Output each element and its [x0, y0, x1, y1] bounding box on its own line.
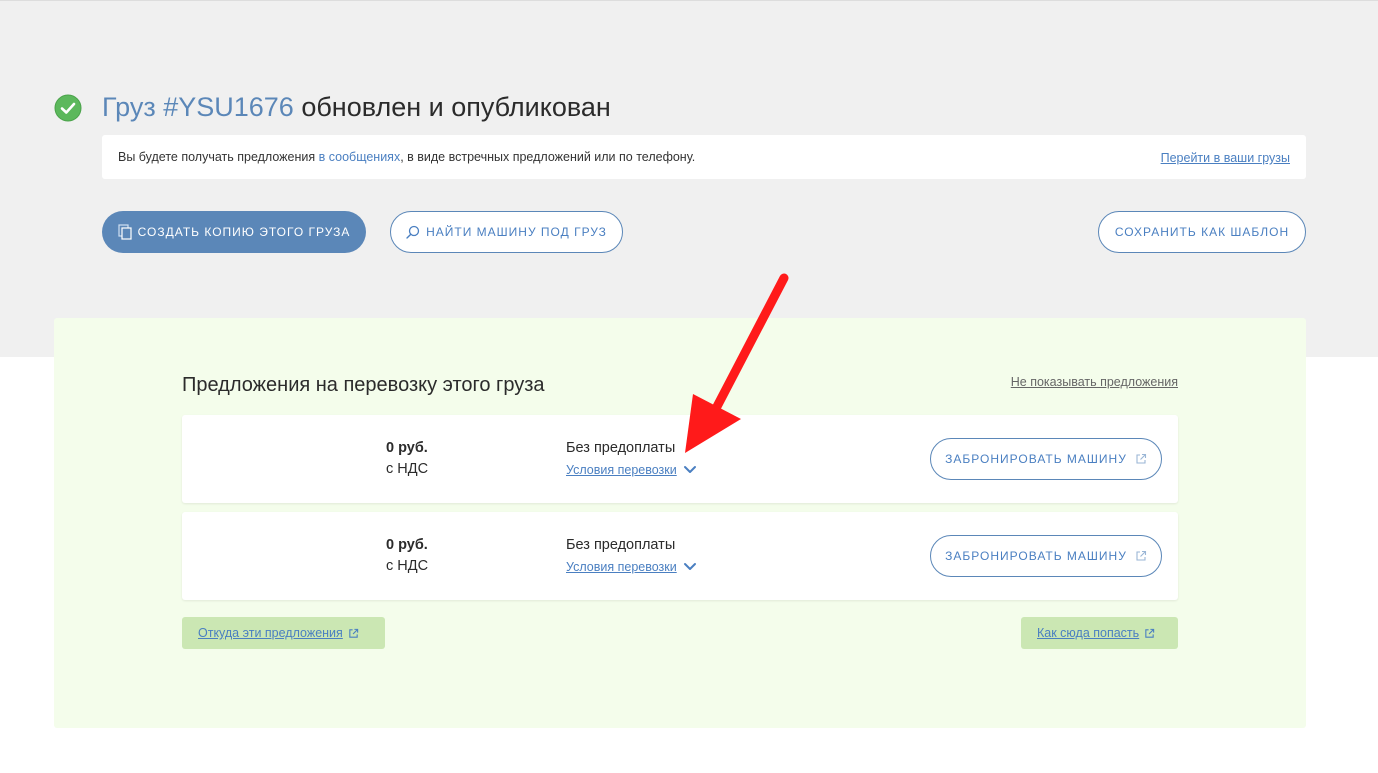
messages-link[interactable]: в сообщениях — [319, 150, 401, 164]
offers-title: Предложения на перевозку этого груза — [182, 374, 545, 396]
terms-label: Условия перевозки — [566, 560, 677, 574]
terms-link[interactable]: Условия перевозки — [566, 560, 697, 574]
find-truck-label: НАЙТИ МАШИНУ ПОД ГРУЗ — [426, 225, 607, 239]
info-text: Вы будете получать предложения в сообщен… — [118, 150, 695, 164]
info-text-before: Вы будете получать предложения — [118, 150, 319, 164]
goto-cargos-link[interactable]: Перейти в ваши грузы — [1161, 151, 1290, 165]
offers-source-link[interactable]: Откуда эти предложения — [182, 617, 385, 649]
annotation-arrow — [685, 273, 789, 453]
external-link-icon — [1135, 550, 1147, 562]
search-icon — [406, 225, 420, 239]
info-bar: Вы будете получать предложения в сообщен… — [102, 135, 1306, 179]
create-copy-label: СОЗДАТЬ КОПИЮ ЭТОГО ГРУЗА — [137, 225, 351, 239]
offer-vat: с НДС — [386, 461, 429, 477]
offer-price: 0 руб. — [386, 537, 428, 553]
book-truck-label: ЗАБРОНИРОВАТЬ МАШИНУ — [945, 452, 1127, 466]
book-truck-button[interactable]: ЗАБРОНИРОВАТЬ МАШИНУ — [930, 438, 1162, 480]
hide-offers-link[interactable]: Не показывать предложения — [1011, 375, 1178, 389]
external-link-icon — [348, 628, 359, 639]
save-template-label: СОХРАНИТЬ КАК ШАБЛОН — [1114, 225, 1290, 239]
how-to-get-here-link[interactable]: Как сюда попасть — [1021, 617, 1178, 649]
external-link-icon — [1135, 453, 1147, 465]
offer-payment: Без предоплаты — [566, 440, 676, 456]
offer-vat: с НДС — [386, 558, 429, 574]
book-truck-button[interactable]: ЗАБРОНИРОВАТЬ МАШИНУ — [930, 535, 1162, 577]
offers-source-label: Откуда эти предложения — [198, 626, 343, 640]
chevron-down-icon — [683, 562, 697, 572]
page-title: Груз #YSU1676 обновлен и опубликован — [102, 90, 611, 124]
find-truck-button[interactable]: НАЙТИ МАШИНУ ПОД ГРУЗ — [390, 211, 623, 253]
create-copy-button[interactable]: СОЗДАТЬ КОПИЮ ЭТОГО ГРУЗА — [102, 211, 366, 253]
copy-icon — [118, 224, 132, 240]
external-link-icon — [1144, 628, 1155, 639]
offer-price: 0 руб. — [386, 440, 428, 456]
book-truck-label: ЗАБРОНИРОВАТЬ МАШИНУ — [945, 549, 1127, 563]
cargo-link[interactable]: Груз #YSU1676 — [102, 92, 294, 122]
info-text-after: , в виде встречных предложений или по те… — [400, 150, 696, 164]
check-circle-icon — [54, 94, 82, 122]
save-template-button[interactable]: СОХРАНИТЬ КАК ШАБЛОН — [1098, 211, 1306, 253]
how-to-get-here-label: Как сюда попасть — [1037, 626, 1140, 640]
offer-payment: Без предоплаты — [566, 537, 676, 553]
status-text: обновлен и опубликован — [301, 92, 611, 122]
offer-card: 0 руб. с НДС Без предоплаты Условия пере… — [182, 512, 1178, 600]
